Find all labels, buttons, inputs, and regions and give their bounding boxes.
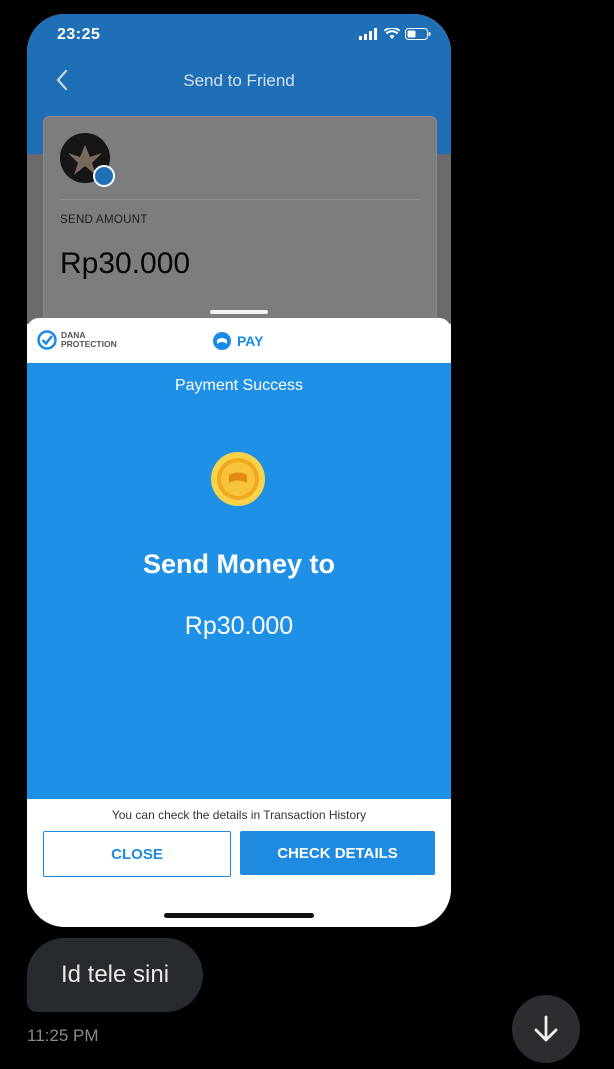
divider [60,199,420,200]
sheet-drag-handle[interactable] [210,310,268,314]
dana-pay-logo: PAY [213,332,263,350]
wifi-icon [384,28,400,39]
close-button[interactable]: CLOSE [43,831,231,877]
payment-success-sheet: DANA PROTECTION PAY Payment Success Send… [27,318,451,927]
coin-icon [211,452,265,506]
message-timestamp: 11:25 PM [27,1026,99,1045]
success-panel: Payment Success Send Money to Rp30.000 [27,363,451,799]
scroll-down-button[interactable] [512,995,580,1063]
dana-protection-icon [37,330,57,350]
status-bar: 23:25 [27,14,451,54]
send-money-headline: Send Money to [142,549,335,579]
dana-badge-icon [93,165,115,187]
dana-pay-icon [213,332,231,350]
battery-icon [405,28,431,40]
signal-icon [359,28,377,40]
status-time: 23:25 [57,26,101,43]
navbar: Send to Friend [27,58,451,102]
dana-logo-line2: PROTECTION [61,339,117,349]
check-details-button[interactable]: CHECK DETAILS [240,831,435,875]
status-icons [359,28,431,40]
page-title: Send to Friend [183,71,295,90]
dana-protection-logo: DANA PROTECTION [37,330,117,350]
arrow-down-icon [534,1015,558,1042]
phone-screenshot: 23:25 Send to Friend SEND AMOUNT Rp30.00… [27,14,451,927]
home-indicator [164,913,314,918]
send-amount-card: SEND AMOUNT Rp30.000 [43,116,437,328]
payment-success-title: Payment Success [174,377,304,394]
pay-label: PAY [237,333,264,349]
chat-message-bubble[interactable]: Id tele sini [27,938,203,1012]
sheet-header: DANA PROTECTION PAY [27,318,451,362]
transaction-history-note: You can check the details in Transaction… [111,808,367,822]
success-amount: Rp30.000 [184,612,294,640]
send-amount-value: Rp30.000 [60,247,191,280]
send-amount-label: SEND AMOUNT [60,214,148,226]
